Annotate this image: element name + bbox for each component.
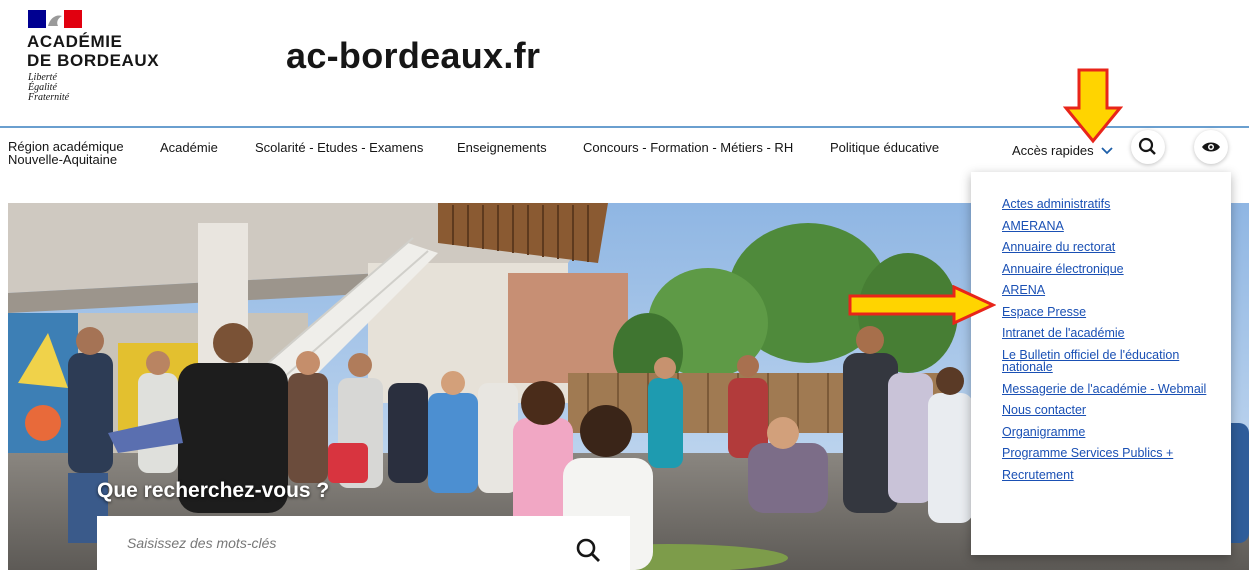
institution-name-line2[interactable]: DE BORDEAUX (27, 51, 159, 71)
search-icon (1138, 137, 1156, 155)
nav-item-concours[interactable]: Concours - Formation - Métiers - RH (583, 140, 793, 155)
quick-access-link-actes[interactable]: Actes administratifs (1002, 197, 1110, 211)
quick-access-item: Nous contacter (1002, 404, 1212, 417)
quick-access-label: Accès rapides (1012, 143, 1094, 158)
arrow-right-annotation-icon (848, 285, 996, 325)
accessibility-button[interactable] (1194, 130, 1228, 164)
quick-access-item: Recrutement (1002, 468, 1212, 482)
marianne-logo (28, 10, 82, 28)
quick-access-item: AMERANA (1002, 219, 1212, 233)
quick-access-link-services-publics[interactable]: Programme Services Publics + (1002, 446, 1173, 460)
site-header: ACADÉMIE DE BORDEAUX Liberté Égalité Fra… (0, 0, 1249, 127)
search-icon[interactable] (571, 536, 607, 566)
quick-access-item: Messagerie de l'académie - Webmail (1002, 382, 1212, 396)
search-box (97, 516, 630, 570)
search-button[interactable] (1131, 130, 1165, 164)
quick-access-link-arena[interactable]: ARENA (1002, 283, 1045, 297)
quick-access-link-annuaire-electronique[interactable]: Annuaire électronique (1002, 262, 1124, 276)
quick-access-link-contact[interactable]: Nous contacter (1002, 403, 1086, 417)
quick-access-link-recrutement[interactable]: Recrutement (1002, 468, 1074, 482)
motto-fraternite: Fraternité (28, 92, 70, 103)
quick-access-link-annuaire-rectorat[interactable]: Annuaire du rectorat (1002, 240, 1115, 254)
eye-icon (1202, 142, 1220, 152)
chevron-down-icon (1101, 147, 1113, 155)
institution-name-line1[interactable]: ACADÉMIE (27, 32, 122, 52)
quick-access-item: ARENA (1002, 284, 1212, 297)
arrow-down-annotation-icon (1063, 68, 1123, 144)
site-name[interactable]: ac-bordeaux.fr (286, 35, 540, 77)
nav-item-politique[interactable]: Politique éducative (830, 140, 939, 155)
quick-access-link-webmail[interactable]: Messagerie de l'académie - Webmail (1002, 382, 1206, 396)
quick-access-link-organigramme[interactable]: Organigramme (1002, 425, 1085, 439)
quick-access-link-amerana[interactable]: AMERANA (1002, 219, 1064, 233)
quick-access-item: Le Bulletin officiel de l'éducation nati… (1002, 348, 1212, 375)
nav-item-academie[interactable]: Académie (160, 140, 218, 155)
quick-access-item: Organigramme (1002, 425, 1212, 439)
quick-access-link-espace-presse[interactable]: Espace Presse (1002, 305, 1086, 319)
republic-motto: Liberté Égalité Fraternité (28, 73, 69, 103)
quick-access-item: Espace Presse (1002, 305, 1212, 319)
nav-item-region[interactable]: Région académique Nouvelle-Aquitaine (8, 140, 124, 166)
nav-region-line2: Nouvelle-Aquitaine (8, 152, 118, 167)
quick-access-toggle[interactable]: Accès rapides (1012, 143, 1113, 158)
quick-access-link-bulletin-officiel[interactable]: Le Bulletin officiel de l'éducation nati… (1002, 348, 1179, 375)
nav-item-enseignements[interactable]: Enseignements (457, 140, 547, 155)
nav-item-scolarite[interactable]: Scolarité - Etudes - Examens (255, 140, 423, 155)
quick-access-item: Intranet de l'académie (1002, 327, 1212, 340)
quick-access-item: Annuaire électronique (1002, 262, 1212, 276)
quick-access-list: Actes administratifs AMERANA Annuaire du… (1002, 198, 1212, 490)
search-input[interactable] (97, 516, 557, 570)
quick-access-menu: Actes administratifs AMERANA Annuaire du… (971, 172, 1231, 555)
search-heading: Que recherchez-vous ? (97, 479, 330, 502)
quick-access-item: Actes administratifs (1002, 198, 1212, 211)
quick-access-item: Programme Services Publics + (1002, 447, 1212, 460)
quick-access-item: Annuaire du rectorat (1002, 241, 1212, 254)
quick-access-link-intranet[interactable]: Intranet de l'académie (1002, 326, 1125, 340)
